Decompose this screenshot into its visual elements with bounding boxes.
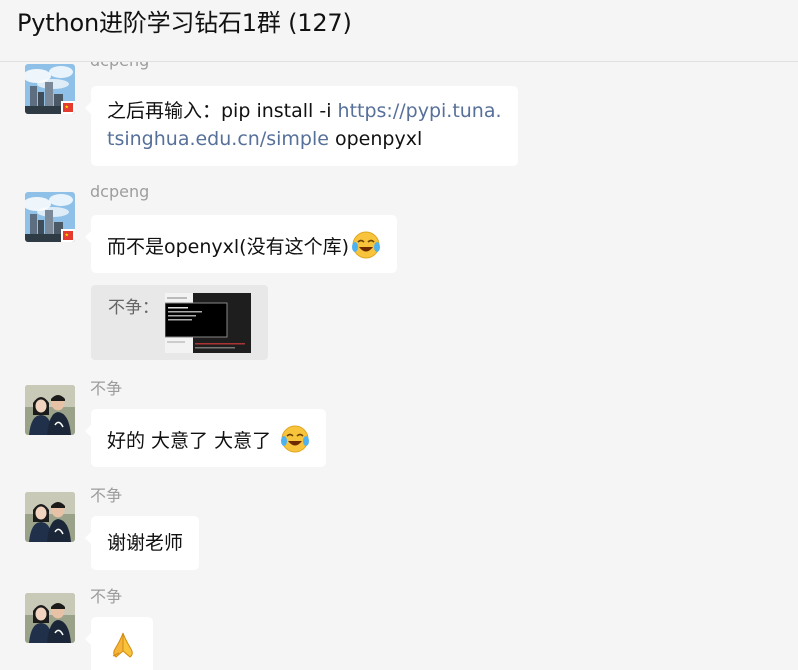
sender-name: dcpeng — [90, 182, 150, 201]
message-link[interactable]: https://pypi.tuna. — [338, 100, 502, 122]
avatar[interactable]: ★ — [25, 192, 75, 242]
avatar[interactable] — [25, 593, 75, 643]
terminal-screenshot-thumbnail[interactable] — [165, 293, 251, 353]
message-text: 之后再输入：pip install -i — [107, 100, 338, 122]
message-line: 之后再输入：pip install -i https://pypi.tuna. — [107, 97, 502, 125]
sender-name: 不争 — [90, 587, 123, 606]
svg-text:★: ★ — [65, 233, 70, 239]
sender-name: 不争 — [90, 379, 123, 398]
message-text: 好的 大意了 大意了 — [107, 430, 272, 452]
message-bubble[interactable]: 而不是openyxl(没有这个库) — [84, 215, 398, 273]
chat-title: Python进阶学习钻石1群 (127) — [17, 9, 352, 37]
quoted-message[interactable]: 不争： — [91, 285, 268, 360]
avatar[interactable]: ★ — [25, 64, 75, 114]
message-text: openpyxl — [328, 128, 423, 150]
chat-header: Python进阶学习钻石1群 (127) — [0, 0, 798, 62]
message-line: tsinghua.edu.cn/simple openpyxl — [107, 125, 502, 153]
message-bubble[interactable]: 谢谢老师 — [84, 516, 200, 570]
avatar[interactable] — [25, 385, 75, 435]
message-bubble[interactable]: 好的 大意了 大意了 — [84, 409, 327, 467]
svg-text:★: ★ — [65, 105, 70, 111]
sender-name: 不争 — [90, 486, 123, 505]
tears-of-joy-emoji — [351, 230, 381, 260]
message-text: 而不是openyxl(没有这个库) — [107, 236, 350, 258]
message-bubble[interactable]: 之后再输入：pip install -i https://pypi.tuna. … — [85, 86, 518, 166]
message-bubble[interactable] — [85, 617, 153, 670]
message-text: 谢谢老师 — [107, 532, 184, 554]
chat-message-list[interactable]: ★ dcpeng 之后再输入：pip install -i https://py… — [0, 62, 798, 670]
message-link[interactable]: tsinghua.edu.cn/simple — [107, 128, 329, 150]
avatar[interactable] — [25, 492, 75, 542]
folded-hands-emoji — [107, 629, 137, 659]
tears-of-joy-emoji — [280, 424, 310, 454]
sender-name: dcpeng — [90, 62, 149, 70]
quote-sender-label: 不争： — [108, 298, 159, 318]
